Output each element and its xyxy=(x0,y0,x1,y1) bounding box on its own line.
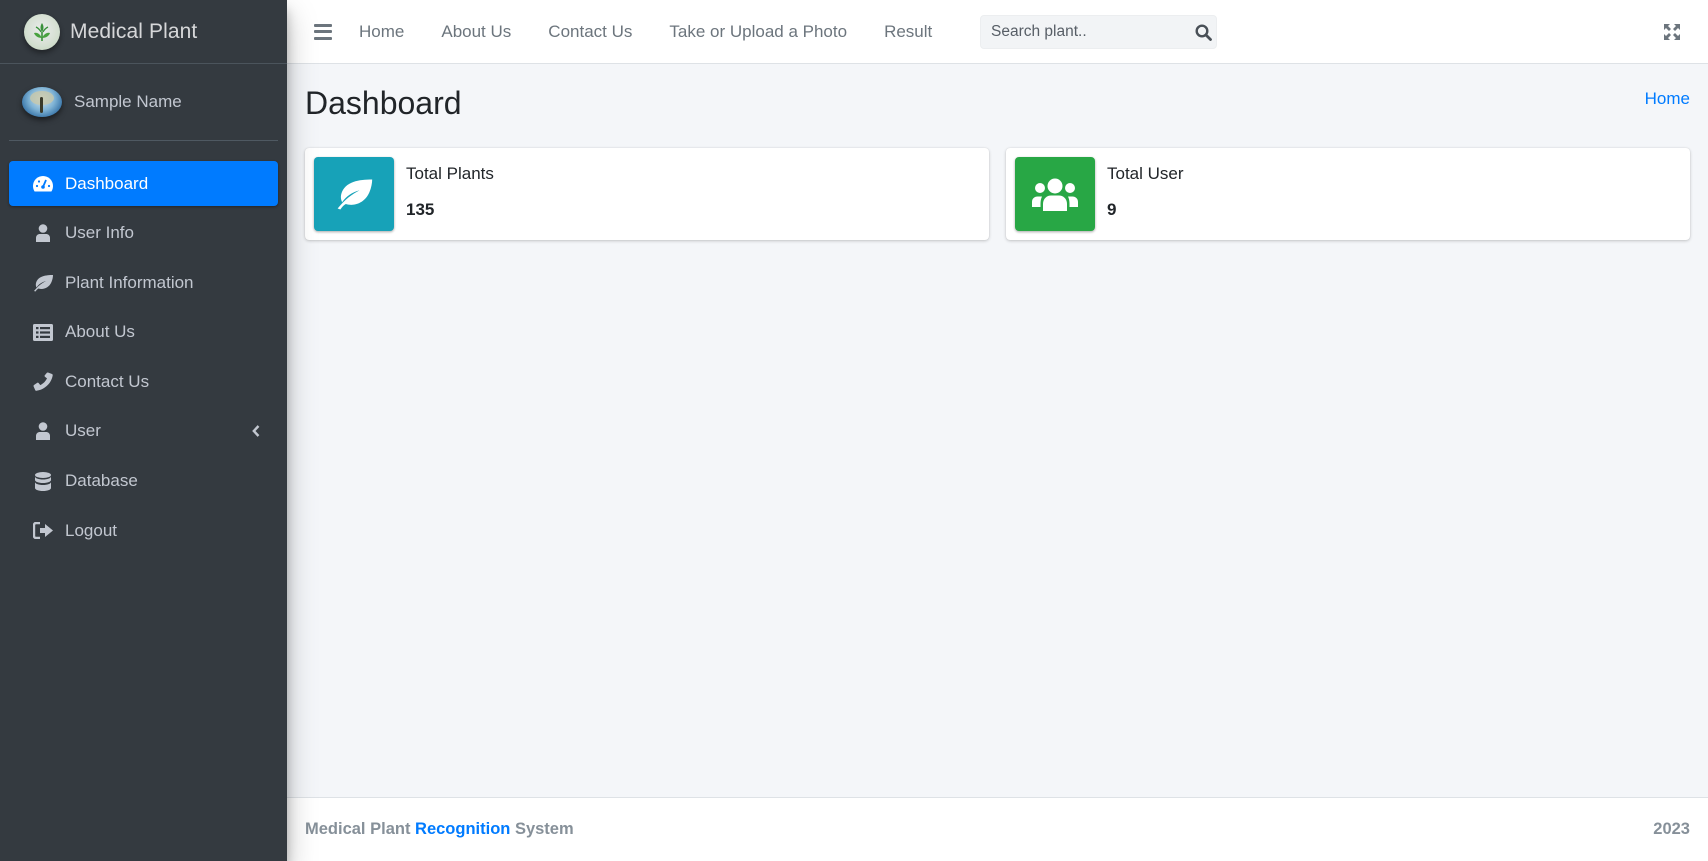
sidebar-item-logout[interactable]: Logout xyxy=(9,508,278,553)
footer-text: Medical Plant Recognition System xyxy=(305,820,574,839)
sidebar-item-contact-us[interactable]: Contact Us xyxy=(9,359,278,404)
hamburger-icon[interactable] xyxy=(314,23,332,40)
user-icon xyxy=(32,223,54,243)
total-plants-value: 135 xyxy=(406,200,435,219)
leaf-icon xyxy=(32,273,54,293)
sidebar-item-about-us[interactable]: About Us xyxy=(9,310,278,355)
brand-name: Medical Plant xyxy=(70,19,198,43)
sidebar-item-label: Dashboard xyxy=(65,173,149,193)
database-icon xyxy=(32,471,54,491)
brand-link[interactable]: Medical Plant xyxy=(0,0,287,64)
expand-arrows-icon xyxy=(1664,24,1680,40)
sidebar-item-label: Contact Us xyxy=(65,371,150,391)
sidebar-item-label: User xyxy=(65,421,101,441)
fullscreen-button[interactable] xyxy=(1663,23,1681,41)
search-input[interactable] xyxy=(981,23,1191,41)
top-nav: Home About Us Contact Us Take or Upload … xyxy=(359,22,969,42)
total-plants-card: Total Plants 135 xyxy=(305,148,989,240)
footer-text-after: System xyxy=(510,820,574,838)
sidebar-item-user-info[interactable]: User Info xyxy=(9,211,278,256)
user-panel[interactable]: Sample Name xyxy=(9,64,278,141)
sidebar-item-user[interactable]: User xyxy=(9,409,278,454)
info-cards: Total Plants 135 Total User 9 xyxy=(305,148,1690,240)
sidebar-item-plant-information[interactable]: Plant Information xyxy=(9,260,278,305)
sidebar: Medical Plant Sample Name Dashboard User… xyxy=(0,0,287,861)
footer-text-accent: Recognition xyxy=(415,820,511,838)
sign-out-icon xyxy=(32,521,54,541)
medical-leaf-logo-icon xyxy=(24,13,60,50)
sidebar-item-label: Plant Information xyxy=(65,272,194,292)
users-icon xyxy=(1015,157,1095,231)
page-title: Dashboard xyxy=(305,85,462,121)
nav-link-home[interactable]: Home xyxy=(359,22,404,42)
total-user-label: Total User xyxy=(1107,164,1184,183)
nav-link-take-or-upload-photo[interactable]: Take or Upload a Photo xyxy=(669,22,847,42)
footer-text-before: Medical Plant xyxy=(305,820,416,838)
sidebar-item-label: User Info xyxy=(65,223,134,243)
sidebar-item-dashboard[interactable]: Dashboard xyxy=(9,161,278,206)
phone-icon xyxy=(32,372,54,392)
sidebar-item-label: Database xyxy=(65,471,138,491)
chevron-left-icon[interactable] xyxy=(252,424,262,438)
nav-link-about-us[interactable]: About Us xyxy=(441,22,511,42)
sidebar-item-database[interactable]: Database xyxy=(9,459,278,504)
total-user-card: Total User 9 xyxy=(1006,148,1690,240)
user-name: Sample Name xyxy=(74,92,182,111)
total-plants-label: Total Plants xyxy=(406,164,494,183)
leaf-icon xyxy=(314,157,394,231)
search-form xyxy=(980,15,1217,49)
total-user-value: 9 xyxy=(1107,200,1117,219)
sidebar-nav: Dashboard User Info Plant Information Ab… xyxy=(0,161,287,553)
user-avatar xyxy=(22,87,62,117)
user-icon xyxy=(32,421,54,441)
list-alt-icon xyxy=(32,322,54,342)
search-button[interactable] xyxy=(1191,16,1216,48)
nav-link-contact-us[interactable]: Contact Us xyxy=(548,22,632,42)
sidebar-item-label: About Us xyxy=(65,322,135,342)
top-navbar: Home About Us Contact Us Take or Upload … xyxy=(287,0,1708,64)
breadcrumb-home[interactable]: Home xyxy=(1645,89,1690,109)
search-icon xyxy=(1195,23,1212,41)
footer-year: 2023 xyxy=(1653,820,1690,838)
sidebar-item-label: Logout xyxy=(65,520,117,540)
tachometer-icon xyxy=(32,174,54,194)
nav-link-result[interactable]: Result xyxy=(884,22,932,42)
content-wrapper: Dashboard Home Total Plants 135 Total Us… xyxy=(287,64,1708,797)
footer: Medical Plant Recognition System 2023 xyxy=(287,797,1708,861)
